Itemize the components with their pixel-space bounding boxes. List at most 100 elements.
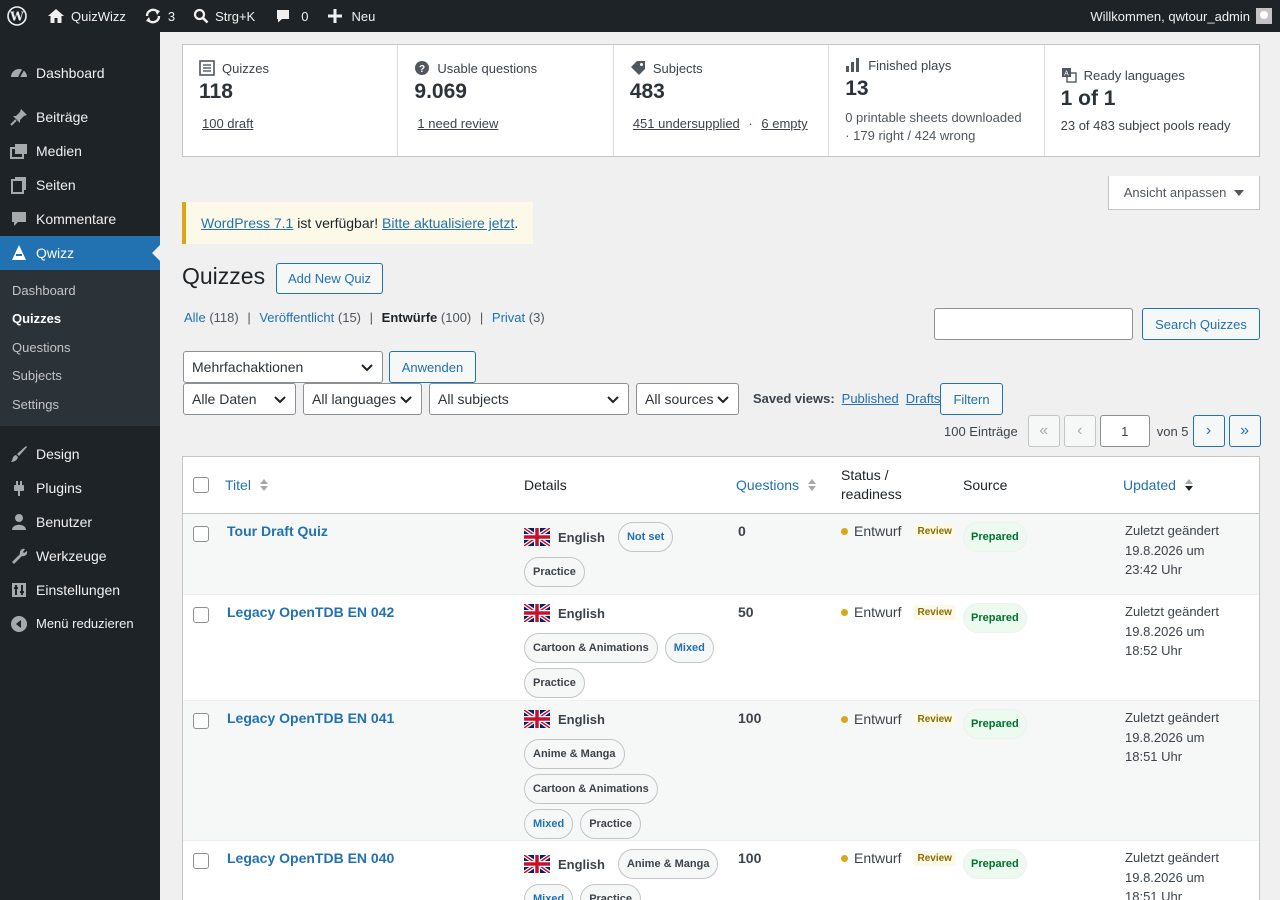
row-checkbox[interactable] (193, 607, 209, 623)
menu-media[interactable]: Medien (0, 134, 160, 168)
updated-label: Zuletzt geändert (1125, 710, 1219, 725)
plus-icon (328, 9, 343, 23)
status-text: Entwurf (854, 523, 902, 539)
comments-link[interactable]: 0 (268, 0, 315, 32)
quiz-title-link[interactable]: Legacy OpenTDB EN 042 (227, 604, 394, 620)
bulk-actions-select[interactable]: Mehrfachaktionen (183, 351, 383, 383)
language-filter-select[interactable]: All languages (303, 383, 422, 415)
stat-value: 118 (199, 80, 233, 103)
stat-link-drafts[interactable]: 100 draft (202, 116, 253, 131)
view-private[interactable]: Privat (3) (492, 310, 545, 325)
pill: Mixed (524, 884, 574, 900)
my-account[interactable]: Willkommen, qwtour_admin (1090, 8, 1280, 24)
submenu-questions[interactable]: Questions (0, 334, 160, 362)
view-count: (118) (209, 310, 239, 325)
subject-filter-value: All subjects (438, 391, 509, 407)
pill: Practice (524, 557, 585, 587)
update-now-link[interactable]: Bitte aktualisiere jetzt (382, 215, 514, 231)
updated-date: 19.8.2026 um (1125, 623, 1205, 639)
stat-link-review[interactable]: 1 need review (417, 116, 498, 131)
search-input[interactable] (934, 308, 1133, 340)
menu-plugins[interactable]: Plugins (0, 471, 160, 505)
search-icon (194, 8, 209, 24)
add-new-quiz-button[interactable]: Add New Quiz (276, 263, 383, 294)
menu-label: Beiträge (36, 109, 89, 125)
source-filter-select[interactable]: All sources (636, 383, 739, 415)
filter-button[interactable]: Filtern (940, 383, 1003, 415)
pill: Mixed (524, 809, 574, 839)
menu-label: Seiten (36, 177, 76, 193)
first-page-button[interactable]: « (1027, 415, 1060, 447)
menu-dashboard[interactable]: Dashboard (0, 56, 160, 90)
view-separator: | (247, 310, 251, 325)
uk-flag-icon (524, 710, 550, 728)
stat-value: 483 (629, 80, 665, 103)
menu-posts[interactable]: Beiträge (0, 100, 160, 134)
row-checkbox[interactable] (193, 526, 209, 542)
updates-link[interactable]: 3 (137, 0, 182, 32)
menu-tools[interactable]: Werkzeuge (0, 539, 160, 573)
row-checkbox[interactable] (193, 853, 209, 869)
welcome-text: Willkommen, qwtour_admin (1090, 8, 1250, 24)
new-content-link[interactable]: Neu (321, 0, 382, 32)
view-count: (15) (337, 310, 362, 325)
stat-link-empty[interactable]: 6 empty (761, 116, 807, 131)
collapse-menu-button[interactable]: Menü reduzieren (0, 607, 160, 641)
menu-pages[interactable]: Seiten (0, 168, 160, 202)
date-filter-select[interactable]: Alle Daten (183, 383, 296, 415)
view-all[interactable]: Alle (118) (184, 310, 239, 325)
search-quizzes-button[interactable]: Search Quizzes (1142, 308, 1260, 340)
menu-design[interactable]: Design (0, 437, 160, 471)
wordpress-version-link[interactable]: WordPress 7.1 (201, 215, 293, 231)
view-count: (3) (528, 310, 545, 325)
subject-filter-select[interactable]: All subjects (429, 383, 629, 415)
language-label: English (524, 522, 605, 552)
notice-end: . (514, 215, 519, 231)
stat-languages: A Ready languages 1 of 1 23 of 483 subjec… (1045, 45, 1259, 156)
submenu-dashboard[interactable]: Dashboard (0, 277, 160, 305)
sort-title-link[interactable]: Titel (225, 477, 251, 493)
language-name: English (558, 529, 605, 545)
sort-updated-link[interactable]: Updated (1123, 477, 1176, 493)
select-all-checkbox[interactable] (193, 477, 209, 493)
wordpress-logo-icon[interactable]: W (0, 0, 34, 32)
saved-view-published[interactable]: Published (842, 391, 899, 406)
submenu-subjects[interactable]: Subjects (0, 362, 160, 390)
last-page-button[interactable]: » (1228, 415, 1261, 447)
view-published[interactable]: Veröffentlicht (15) (259, 310, 361, 325)
refresh-icon (145, 8, 161, 24)
view-drafts[interactable]: Entwürfe (100) (382, 310, 472, 325)
stats-panel: Quizzes 118 100 draft ? Usable questions … (182, 44, 1260, 157)
stat-subjects: Subjects 483 451 undersupplied · 6 empty (614, 45, 830, 156)
pill: Cartoon & Animations (524, 774, 658, 804)
apply-button[interactable]: Anwenden (389, 351, 476, 383)
quiz-title-link[interactable]: Legacy OpenTDB EN 041 (227, 710, 394, 726)
quiz-title-link[interactable]: Tour Draft Quiz (227, 523, 328, 539)
current-page-input[interactable]: 1 (1099, 415, 1150, 447)
submenu-settings[interactable]: Settings (0, 391, 160, 419)
stat-value: 1 of 1 (1060, 87, 1116, 110)
screen-options-button[interactable]: Ansicht anpassen (1108, 176, 1260, 210)
menu-users[interactable]: Benutzer (0, 505, 160, 539)
menu-settings[interactable]: Einstellungen (0, 573, 160, 607)
search-shortcut-link[interactable]: Strg+K (186, 0, 262, 32)
stat-link-undersupplied[interactable]: 451 undersupplied (633, 116, 740, 131)
next-page-button[interactable]: › (1192, 415, 1225, 447)
chevron-down-icon (717, 396, 729, 404)
view-label: Entwürfe (381, 310, 438, 325)
source-badge: Prepared (963, 709, 1027, 739)
collapse-label: Menü reduzieren (36, 616, 134, 632)
site-name-link[interactable]: QuizWizz (40, 0, 133, 32)
plugin-icon (10, 479, 28, 497)
row-checkbox[interactable] (193, 713, 209, 729)
new-label: Neu (351, 8, 376, 24)
menu-qwizz[interactable]: Qwizz (0, 236, 160, 270)
submenu-quizzes[interactable]: Quizzes (0, 305, 160, 333)
saved-view-drafts[interactable]: Drafts (906, 391, 941, 406)
sort-questions-link[interactable]: Questions (736, 477, 799, 493)
comments-count: 0 (301, 8, 309, 24)
quiz-title-link[interactable]: Legacy OpenTDB EN 040 (227, 850, 394, 866)
sort-icon (808, 479, 817, 491)
menu-comments[interactable]: Kommentare (0, 202, 160, 236)
prev-page-button[interactable]: ‹ (1063, 415, 1096, 447)
